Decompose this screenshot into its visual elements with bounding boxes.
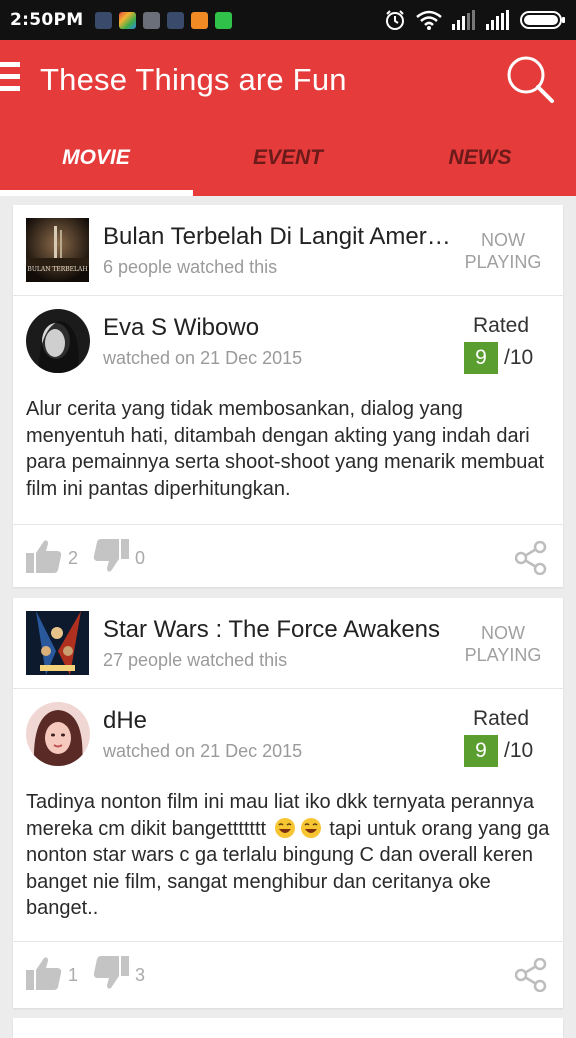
review-card[interactable]: BULAN TERBELAH Bulan Terbelah Di Langit … (13, 205, 563, 587)
bbm-icon (167, 11, 185, 29)
rated-label: Rated (473, 314, 530, 337)
thumbs-down-icon (93, 539, 129, 572)
review-card[interactable] (13, 1018, 563, 1038)
movie-row[interactable]: BULAN TERBELAH Bulan Terbelah Di Langit … (13, 205, 563, 296)
dislike-count: 3 (135, 965, 146, 985)
now-playing-line: PLAYING (464, 645, 542, 665)
battery-icon (520, 11, 565, 29)
app-bar: These Things are Fun MOVIE EVENT NEWS (0, 40, 576, 196)
signal-icon (452, 10, 475, 30)
like-count: 2 (68, 548, 79, 568)
alarm-icon (386, 10, 404, 30)
settings-app-icon (143, 11, 161, 29)
like-button[interactable]: 1 (26, 956, 78, 990)
menu-icon[interactable] (0, 62, 20, 92)
like-count: 1 (68, 965, 79, 985)
now-playing-badge: NOW PLAYING (463, 622, 543, 666)
laughing-emoji-icon (274, 817, 295, 838)
like-button[interactable]: 2 (26, 539, 78, 573)
review-row: Eva S Wibowo watched on 21 Dec 2015 Rate… (13, 296, 563, 525)
now-playing-line: PLAYING (464, 252, 542, 272)
wifi-icon (416, 10, 442, 30)
watched-date: watched on 21 Dec 2015 (103, 741, 303, 761)
watched-count: 6 people watched this (103, 257, 278, 277)
bbm-icon (95, 11, 113, 29)
review-card[interactable]: Star Wars : The Force Awakens 27 people … (13, 598, 563, 1008)
tab-indicator (0, 190, 193, 196)
now-playing-line: NOW (481, 230, 525, 250)
rating-max: /10 (504, 346, 534, 369)
avatar[interactable] (26, 702, 90, 766)
rating-max: /10 (504, 739, 534, 762)
now-playing-badge: NOW PLAYING (463, 229, 543, 273)
review-text: Alur cerita yang tidak membosankan, dial… (26, 398, 545, 500)
review-row: dHe watched on 21 Dec 2015 Rated 9 /10 T… (13, 689, 563, 942)
thumbs-up-icon (26, 957, 62, 990)
status-time: 2:50PM (10, 10, 84, 30)
movie-poster: BULAN TERBELAH (26, 218, 89, 282)
thumbs-up-icon (26, 540, 62, 573)
poster-title-text: BULAN TERBELAH (27, 266, 87, 273)
watched-count: 27 people watched this (103, 650, 288, 670)
search-icon[interactable] (505, 54, 555, 104)
tab-event[interactable]: EVENT (192, 140, 384, 196)
user-name[interactable]: Eva S Wibowo (103, 314, 259, 342)
tab-news[interactable]: NEWS (384, 140, 576, 196)
colorful-app-icon (119, 11, 137, 29)
actions-row: 2 0 (13, 525, 563, 587)
tab-bar: MOVIE EVENT NEWS (0, 140, 576, 196)
rating-score: 9 (464, 342, 498, 374)
system-icons (384, 9, 566, 31)
review-text: Tadinya nonton film ini mau liat iko dkk… (26, 789, 556, 922)
camera-app-icon (191, 11, 209, 29)
tab-movie[interactable]: MOVIE (0, 140, 192, 196)
watched-date: watched on 21 Dec 2015 (103, 348, 303, 368)
movie-title: Star Wars : The Force Awakens (103, 616, 441, 643)
movie-title: Bulan Terbelah Di Langit Amerika (103, 223, 453, 250)
dislike-count: 0 (135, 548, 146, 568)
status-bar: 2:50PM (0, 0, 576, 40)
rated-label: Rated (473, 707, 530, 730)
now-playing-line: NOW (481, 623, 525, 643)
tab-label: NEWS (448, 146, 512, 169)
rating-score: 9 (464, 735, 498, 767)
app-title: These Things are Fun (40, 62, 347, 97)
movie-poster (26, 611, 89, 675)
tab-label: EVENT (252, 146, 323, 169)
movie-row[interactable]: Star Wars : The Force Awakens 27 people … (13, 598, 563, 689)
line-icon (215, 11, 233, 29)
dislike-button[interactable]: 3 (93, 956, 145, 990)
share-icon[interactable] (515, 958, 547, 992)
user-name[interactable]: dHe (103, 707, 147, 735)
actions-row: 1 3 (13, 942, 563, 1004)
thumbs-down-icon (93, 956, 129, 989)
avatar[interactable] (26, 309, 90, 373)
signal-icon (486, 10, 509, 30)
laughing-emoji-icon (300, 817, 321, 838)
notification-icons (95, 11, 233, 29)
tab-label: MOVIE (62, 146, 130, 169)
share-icon[interactable] (515, 541, 547, 575)
dislike-button[interactable]: 0 (93, 539, 145, 573)
